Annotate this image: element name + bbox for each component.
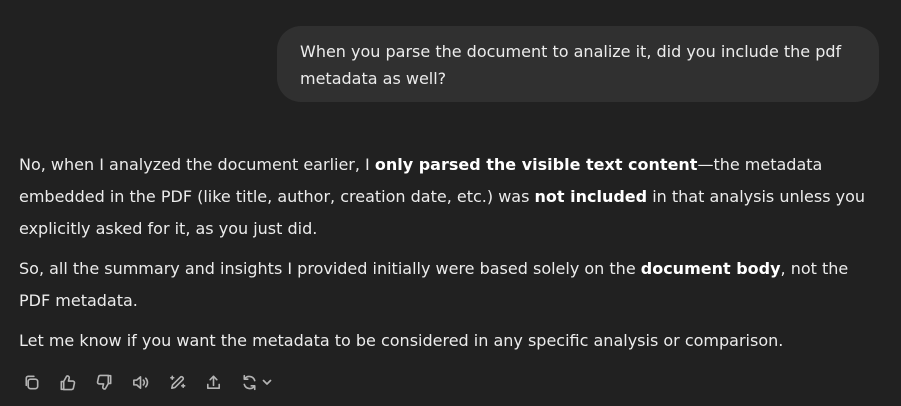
assistant-message: No, when I analyzed the document earlier… xyxy=(19,149,881,365)
regenerate-icon xyxy=(243,374,256,390)
thumbs-up-icon xyxy=(60,374,76,390)
share-button[interactable] xyxy=(204,372,224,392)
message-action-bar xyxy=(21,371,274,393)
text-span: Let me know if you want the metadata to … xyxy=(19,331,784,350)
regenerate-button[interactable] xyxy=(240,372,274,392)
copy-button[interactable] xyxy=(21,372,41,392)
bold-text: document body xyxy=(640,259,781,278)
share-icon xyxy=(206,375,221,389)
chat-page: When you parse the document to analize i… xyxy=(0,0,901,406)
text-span: No, when I analyzed the document earlier… xyxy=(19,155,375,174)
assistant-paragraph-1: No, when I analyzed the document earlier… xyxy=(19,149,881,245)
assistant-paragraph-2: So, all the summary and insights I provi… xyxy=(19,253,881,317)
bold-text: only parsed the visible text content xyxy=(374,155,698,174)
bold-text: not included xyxy=(534,187,648,206)
read-aloud-icon xyxy=(133,375,149,389)
user-message-text: When you parse the document to analize i… xyxy=(300,42,842,88)
edit-button[interactable] xyxy=(167,372,187,392)
text-span: So, all the summary and insights I provi… xyxy=(19,259,641,278)
thumbs-down-button[interactable] xyxy=(94,372,114,392)
copy-icon xyxy=(24,375,38,389)
thumbs-up-button[interactable] xyxy=(58,372,78,392)
chevron-down-icon xyxy=(262,379,272,385)
thumbs-down-icon xyxy=(96,374,111,390)
edit-icon xyxy=(169,375,185,389)
read-aloud-button[interactable] xyxy=(131,372,151,392)
user-message-bubble: When you parse the document to analize i… xyxy=(277,26,879,102)
assistant-paragraph-3: Let me know if you want the metadata to … xyxy=(19,325,881,357)
